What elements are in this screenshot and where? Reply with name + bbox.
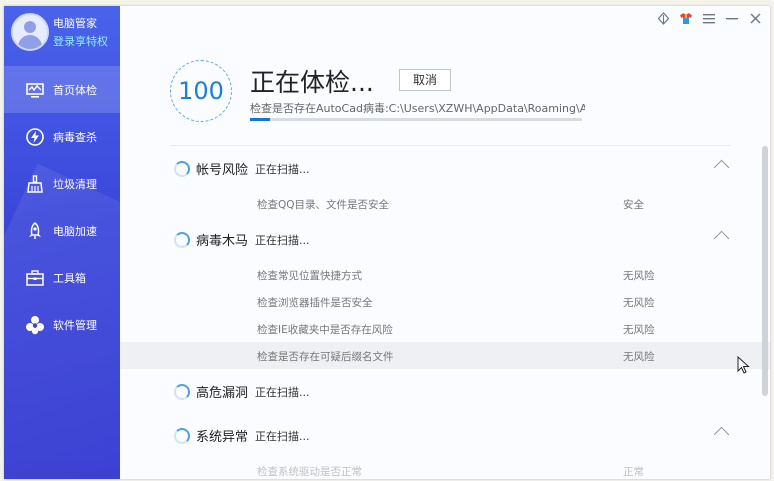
group-high-risk-vuln[interactable]: 高危漏洞 正在扫描... <box>120 369 770 413</box>
chevron-up-icon[interactable] <box>713 159 730 176</box>
list-item: 检查浏览器插件是否安全 无风险 <box>120 288 770 315</box>
software-icon <box>26 315 44 334</box>
item-result: 无风险 <box>623 270 655 282</box>
main-panel: 100 正在体检... 取消 检查是否存在AutoCad病毒:C:\Users\… <box>120 6 770 479</box>
app-window: 电脑管家 登录享特权 首页体检 病毒查杀 垃圾清理 电脑加速 工具箱 软件管理 … <box>4 6 770 479</box>
scan-current-path: 检查是否存在AutoCad病毒:C:\Users\XZWH\AppData\Ro… <box>250 102 585 115</box>
loading-spinner-icon <box>174 428 190 444</box>
item-result: 无风险 <box>623 351 655 363</box>
scan-group-list: 帐号风险 正在扫描... 检查QQ目录、文件是否安全 安全 病毒木马 正在扫描.… <box>120 146 770 479</box>
list-item: 检查系统驱动是否正常 正常 <box>120 457 770 479</box>
sidebar-item-speedup[interactable]: 电脑加速 <box>4 207 120 254</box>
group-virus-trojan[interactable]: 病毒木马 正在扫描... <box>120 217 770 261</box>
item-result: 正常 <box>623 466 644 478</box>
sidebar-item-label: 工具箱 <box>53 271 86 285</box>
group-status: 正在扫描... <box>255 386 310 399</box>
group-status: 正在扫描... <box>255 430 310 443</box>
list-item: 检查常见位置快捷方式 无风险 <box>120 261 770 288</box>
item-label: 检查IE收藏夹中是否存在风险 <box>257 324 393 336</box>
sidebar-nav: 首页体检 病毒查杀 垃圾清理 电脑加速 工具箱 软件管理 <box>4 66 120 348</box>
item-result: 安全 <box>623 199 644 211</box>
sidebar-item-label: 病毒查杀 <box>53 130 97 144</box>
login-link[interactable]: 登录享特权 <box>53 33 108 49</box>
cancel-button[interactable]: 取消 <box>399 69 451 91</box>
item-label: 检查是否存在可疑后缀名文件 <box>257 351 394 363</box>
score-ring: 100 <box>170 60 232 122</box>
sidebar-item-label: 首页体检 <box>53 83 97 97</box>
item-label: 检查常见位置快捷方式 <box>257 270 362 282</box>
list-item: 检查QQ目录、文件是否安全 安全 <box>120 190 770 217</box>
loading-spinner-icon <box>174 384 190 400</box>
loading-spinner-icon <box>174 161 190 177</box>
list-item: 检查是否存在可疑后缀名文件 无风险 <box>120 342 770 369</box>
group-status: 正在扫描... <box>255 234 310 247</box>
leaf-icon[interactable] <box>656 11 670 25</box>
monitor-icon <box>26 82 44 98</box>
sidebar-item-cleanup[interactable]: 垃圾清理 <box>4 160 120 207</box>
item-result: 无风险 <box>623 297 655 309</box>
group-title: 系统异常 <box>196 430 249 445</box>
sidebar-item-toolbox[interactable]: 工具箱 <box>4 254 120 301</box>
user-name: 电脑管家 <box>53 17 97 30</box>
group-account-risk[interactable]: 帐号风险 正在扫描... <box>120 146 770 190</box>
minimize-icon[interactable] <box>725 11 739 25</box>
shirt-icon[interactable] <box>679 11 693 25</box>
broom-icon <box>27 174 43 193</box>
close-icon[interactable] <box>748 11 762 25</box>
sidebar-item-label: 电脑加速 <box>53 224 97 238</box>
sidebar-item-label: 软件管理 <box>53 318 97 332</box>
lightning-shield-icon <box>26 127 44 146</box>
scan-progress-fill <box>250 118 270 121</box>
item-label: 检查QQ目录、文件是否安全 <box>257 199 390 211</box>
avatar[interactable] <box>11 13 49 51</box>
chevron-up-icon[interactable] <box>713 426 730 443</box>
loading-spinner-icon <box>174 232 190 248</box>
sidebar-item-label: 垃圾清理 <box>53 177 97 191</box>
mouse-cursor-icon <box>737 356 750 374</box>
scan-title: 正在体检... <box>250 68 374 97</box>
item-label: 检查系统驱动是否正常 <box>257 466 362 478</box>
chevron-up-icon[interactable] <box>713 230 730 247</box>
sidebar-item-virus[interactable]: 病毒查杀 <box>4 113 120 160</box>
list-item: 检查IE收藏夹中是否存在风险 无风险 <box>120 315 770 342</box>
sidebar-item-checkup[interactable]: 首页体检 <box>4 66 120 113</box>
rocket-icon <box>29 221 41 239</box>
scan-progress-bar <box>250 118 582 121</box>
group-title: 病毒木马 <box>196 234 249 249</box>
item-result: 无风险 <box>623 324 655 336</box>
score-value: 100 <box>178 77 224 105</box>
group-status: 正在扫描... <box>255 163 310 176</box>
window-controls <box>656 11 762 25</box>
scrollbar[interactable] <box>762 146 768 396</box>
menu-icon[interactable] <box>702 11 716 25</box>
group-title: 高危漏洞 <box>196 386 249 401</box>
group-title: 帐号风险 <box>196 163 249 178</box>
sidebar-item-software[interactable]: 软件管理 <box>4 301 120 348</box>
group-system-anomaly[interactable]: 系统异常 正在扫描... <box>120 413 770 457</box>
sidebar: 电脑管家 登录享特权 首页体检 病毒查杀 垃圾清理 电脑加速 工具箱 软件管理 <box>4 6 120 479</box>
item-label: 检查浏览器插件是否安全 <box>257 297 373 309</box>
toolbox-icon <box>26 269 44 286</box>
